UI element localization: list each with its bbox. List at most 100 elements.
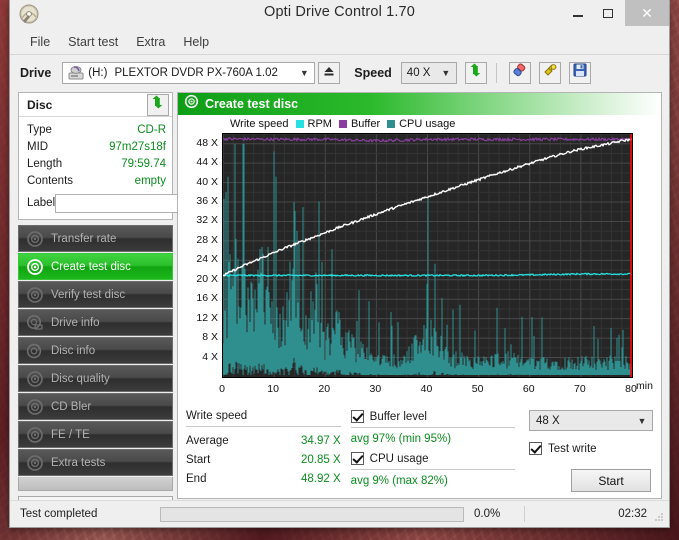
sidebar-item-fe-te[interactable]: FE / TE bbox=[18, 421, 173, 448]
refresh-drive-button[interactable] bbox=[464, 61, 487, 84]
speed-select[interactable]: 40 X ▼ bbox=[400, 61, 457, 84]
resize-grip[interactable] bbox=[653, 511, 665, 523]
drive-select[interactable]: (H:) PLEXTOR DVDR PX-760A 1.02 ▼ bbox=[62, 61, 316, 84]
menu-bar: File Start test Extra Help bbox=[10, 30, 669, 54]
write-speed-title: Write speed bbox=[186, 410, 248, 422]
y-axis-tick-label: 4 X bbox=[202, 350, 218, 363]
minimize-button[interactable] bbox=[563, 0, 593, 26]
drive-letter: (H:) bbox=[88, 66, 108, 79]
disc-icon bbox=[26, 230, 44, 248]
disc-icon bbox=[26, 370, 44, 388]
sidebar-item-disc-info[interactable]: i Disc info bbox=[18, 337, 173, 364]
main-panel: Create test disc Write speed RPM Buffer … bbox=[177, 92, 662, 499]
divider bbox=[186, 426, 341, 427]
test-controls: 48 X ▼ Test write Start bbox=[529, 410, 653, 494]
x-axis-tick-label: 60 bbox=[522, 383, 535, 395]
disc-row-value: CD-R bbox=[137, 124, 166, 136]
sidebar-item-transfer-rate[interactable]: Transfer rate bbox=[18, 225, 173, 252]
legend-swatch-buffer bbox=[338, 120, 347, 128]
y-axis-tick-label: 16 X bbox=[196, 292, 218, 305]
toolbar-divider bbox=[495, 62, 497, 83]
sidebar-item-drive-info[interactable]: Drive info bbox=[18, 309, 173, 336]
y-axis-tick-label: 8 X bbox=[202, 331, 218, 344]
buffer-level-label: Buffer level bbox=[369, 410, 427, 423]
progress-bar bbox=[160, 506, 464, 522]
y-axis-tick-label: 20 X bbox=[196, 272, 218, 285]
menu-item-extra[interactable]: Extra bbox=[127, 33, 174, 51]
cpu-usage-checkbox-row[interactable]: CPU usage bbox=[350, 452, 515, 465]
sidebar-item-extra-tests[interactable]: Extra tests bbox=[18, 449, 173, 476]
chart: Write speed RPM Buffer CPU usage 4 X 8 X 1… bbox=[178, 115, 661, 406]
cpu-usage-checkbox[interactable] bbox=[350, 452, 364, 465]
disc-label-key: Label bbox=[27, 197, 56, 209]
chart-svg bbox=[223, 134, 632, 377]
sidebar-item-label: Transfer rate bbox=[51, 232, 117, 245]
menu-item-help[interactable]: Help bbox=[174, 33, 218, 51]
title-bar: Opti Drive Control 1.70 ✕ bbox=[10, 0, 669, 30]
y-axis-tick-label: 24 X bbox=[196, 253, 218, 266]
save-button[interactable] bbox=[568, 61, 591, 84]
start-button[interactable]: Start bbox=[571, 469, 651, 492]
write-speed-select[interactable]: 48 X ▼ bbox=[529, 410, 653, 431]
erase-button[interactable] bbox=[508, 61, 531, 84]
disc-row-key: Contents bbox=[27, 175, 74, 187]
stat-value: 34.97 X bbox=[301, 435, 341, 447]
disc-refresh-button[interactable] bbox=[147, 93, 169, 116]
disc-row-key: Type bbox=[27, 124, 52, 136]
buffer-level-checkbox[interactable] bbox=[350, 410, 364, 423]
progress-percent: 0.0% bbox=[474, 508, 501, 520]
main-panel-header: Create test disc bbox=[178, 93, 661, 115]
drive-toolbar: Drive (H:) PLEXTOR DVDR PX-760A 1.02 ▼ S… bbox=[10, 55, 669, 90]
cpu-usage-value: avg 9% (max 82%) bbox=[350, 475, 448, 487]
y-axis-tick-label: 48 X bbox=[196, 136, 218, 149]
sidebar-item-label: Disc info bbox=[51, 344, 96, 357]
eject-icon bbox=[323, 64, 335, 82]
write-speed-value: 48 X bbox=[536, 414, 560, 427]
stat-row-average: Average 34.97 X bbox=[186, 432, 341, 451]
disc-row-value: 79:59.74 bbox=[121, 158, 166, 170]
buffer-level-checkbox-row[interactable]: Buffer level bbox=[350, 410, 515, 423]
disc-row-length: Length 79:59.74 bbox=[27, 156, 166, 173]
drive-icon bbox=[68, 65, 84, 80]
y-axis-tick-label: 12 X bbox=[196, 311, 218, 324]
drive-name: PLEXTOR DVDR PX-760A 1.02 bbox=[114, 66, 278, 79]
stat-value: 20.85 X bbox=[301, 454, 341, 466]
status-bar: Test completed 0.0% 02:32 bbox=[10, 500, 669, 527]
close-icon: ✕ bbox=[641, 4, 653, 21]
menu-item-file[interactable]: File bbox=[21, 33, 59, 51]
disc-label-row: Label bbox=[27, 192, 259, 214]
eject-button[interactable] bbox=[318, 61, 341, 84]
test-write-checkbox[interactable] bbox=[529, 442, 542, 455]
legend-label-rpm: RPM bbox=[307, 118, 332, 130]
buffer-cpu-stats: Buffer level avg 97% (min 95%) CPU usage… bbox=[350, 410, 515, 494]
close-button[interactable]: ✕ bbox=[625, 0, 669, 26]
plug-button[interactable] bbox=[538, 61, 561, 84]
sidebar-item-cd-bler[interactable]: CD Bler bbox=[18, 393, 173, 420]
cpu-usage-label: CPU usage bbox=[369, 452, 429, 465]
sidebar-filler bbox=[18, 477, 173, 491]
disc-row-type: Type CD-R bbox=[27, 122, 166, 139]
drive-icon bbox=[26, 314, 44, 332]
disc-row-value: empty bbox=[134, 175, 166, 187]
eraser-icon bbox=[512, 62, 527, 83]
drive-label: Drive bbox=[20, 65, 52, 80]
speed-value: 40 X bbox=[406, 66, 431, 79]
sidebar-item-disc-quality[interactable]: Disc quality bbox=[18, 365, 173, 392]
test-write-checkbox-row[interactable]: Test write bbox=[529, 442, 653, 455]
refresh-icon bbox=[469, 63, 483, 82]
disc-rows: Type CD-R MID 97m27s18f Length 79:59.74 … bbox=[19, 117, 259, 219]
sidebar-item-create-test-disc[interactable]: Create test disc bbox=[18, 253, 173, 280]
maximize-button[interactable] bbox=[593, 0, 623, 26]
sidebar-item-verify-test-disc[interactable]: Verify test disc bbox=[18, 281, 173, 308]
x-axis-tick-label: 20 bbox=[318, 383, 331, 395]
stat-row-end: End 48.92 X bbox=[186, 470, 341, 489]
menu-item-start-test[interactable]: Start test bbox=[59, 33, 127, 51]
stat-key: Average bbox=[186, 435, 229, 447]
disc-write-icon bbox=[26, 258, 44, 276]
x-axis-tick-label: 30 bbox=[369, 383, 382, 395]
legend-swatch-cpu bbox=[387, 120, 396, 128]
y-axis-tick-label: 36 X bbox=[196, 195, 218, 208]
disc-panel-header: Disc bbox=[19, 93, 172, 117]
disc-icon bbox=[26, 398, 44, 416]
chevron-down-icon: ▼ bbox=[299, 67, 309, 78]
